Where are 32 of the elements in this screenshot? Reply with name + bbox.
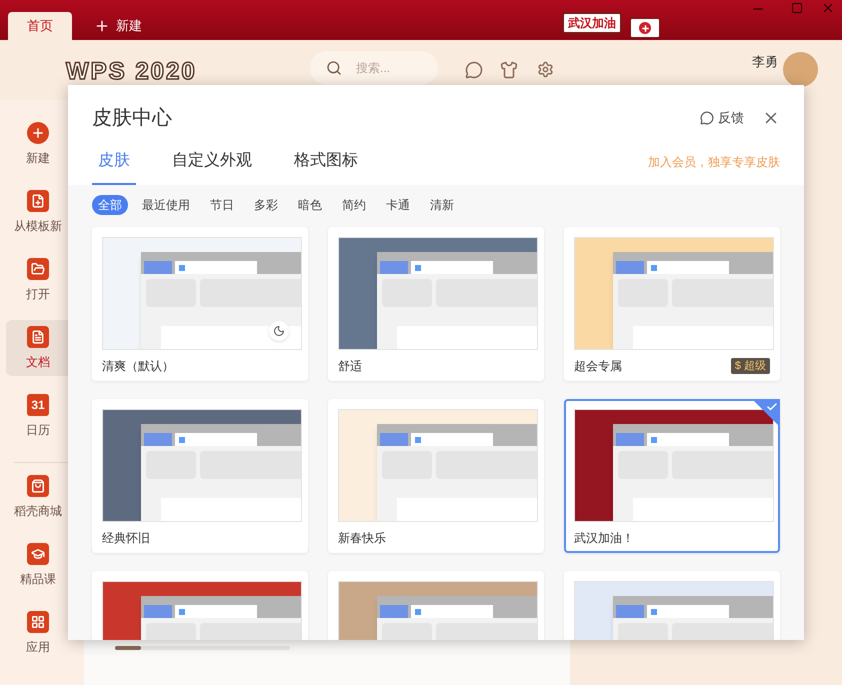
skin-name: 经典怀旧 <box>102 530 150 547</box>
filter-chip[interactable]: 多彩 <box>248 195 284 215</box>
skin-card[interactable]: 超会专属 $ 超级 <box>564 227 780 381</box>
skin-card[interactable]: 清爽（默认） <box>92 227 308 381</box>
filter-chip[interactable]: 全部 <box>92 195 128 215</box>
search-field[interactable]: 搜索... <box>310 51 438 85</box>
premium-badge: $ 超级 <box>730 358 770 374</box>
tab[interactable]: 格式图标 <box>288 149 364 185</box>
filter-chip[interactable]: 清新 <box>424 195 460 215</box>
filter-chip[interactable]: 暗色 <box>292 195 328 215</box>
filter-chip[interactable]: 简约 <box>336 195 372 215</box>
skin-name: 舒适 <box>338 358 362 375</box>
skin-card[interactable]: 舒适 <box>328 227 544 381</box>
skin-name: 超会专属 <box>574 358 622 375</box>
filter-chip[interactable]: 卡通 <box>380 195 416 215</box>
tab[interactable]: 自定义外观 <box>166 149 258 185</box>
skin-card[interactable]: 经典怀旧 <box>92 399 308 553</box>
skin-name: 新春快乐 <box>338 530 386 547</box>
skin-name: 武汉加油！ <box>574 530 634 547</box>
user-name[interactable]: 李勇 <box>752 52 778 72</box>
tab[interactable]: 新建 <box>86 12 150 40</box>
feedback-button[interactable]: 反馈 <box>700 108 744 128</box>
filter-chip[interactable]: 最近使用 <box>136 195 196 215</box>
skin-card[interactable]: 新春快乐 <box>328 399 544 553</box>
tab[interactable]: 首页 <box>8 12 72 40</box>
banner-text: 武汉加油 <box>568 15 616 32</box>
app-logo: WPS 2020 <box>66 57 197 87</box>
filter-chip[interactable]: 节日 <box>204 195 240 215</box>
dialog-title: 皮肤中心 <box>92 106 172 131</box>
skin-card[interactable]: 武汉加油！ <box>564 399 780 553</box>
calendar-day: 31 <box>31 398 45 410</box>
skin-name: 清爽（默认） <box>102 358 174 375</box>
